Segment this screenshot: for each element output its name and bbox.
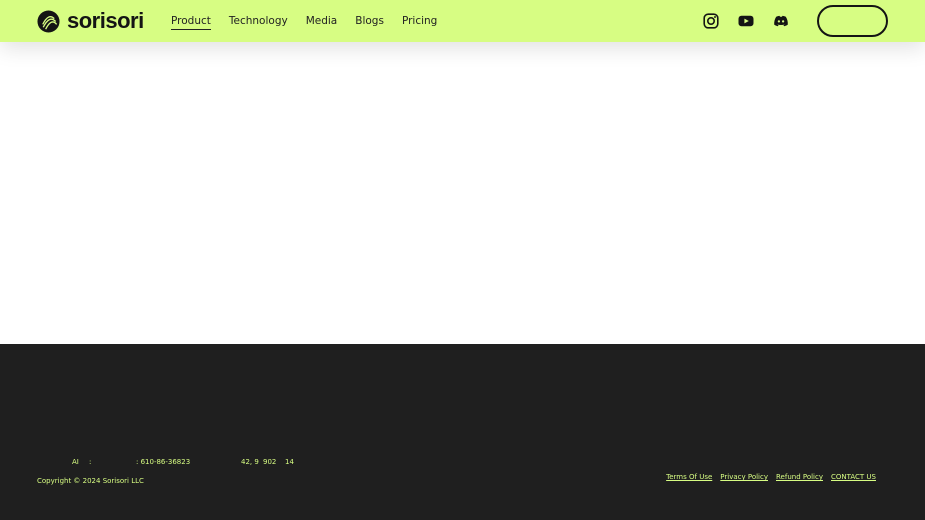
nav-item-blogs[interactable]: Blogs — [355, 13, 384, 30]
header-cta-button[interactable] — [817, 5, 888, 37]
nav-item-media[interactable]: Media — [306, 13, 338, 30]
logo[interactable]: sorisori — [37, 9, 144, 33]
refund-policy-link[interactable]: Refund Policy — [776, 472, 823, 482]
nav-item-product[interactable]: Product — [171, 13, 211, 30]
discord-icon[interactable] — [773, 13, 789, 29]
instagram-icon[interactable] — [703, 13, 719, 29]
footer-links: Terms Of Use Privacy Policy Refund Polic… — [658, 472, 876, 482]
nav-item-technology[interactable]: Technology — [229, 13, 288, 30]
main-nav: Product Technology Media Blogs Pricing — [171, 13, 455, 30]
privacy-policy-link[interactable]: Privacy Policy — [720, 472, 768, 482]
business-number: : 610-86-36823 — [136, 458, 191, 466]
youtube-icon[interactable] — [738, 13, 754, 29]
copyright: Copyright © 2024 Sorisori LLC — [37, 477, 144, 485]
nav-item-pricing[interactable]: Pricing — [402, 13, 437, 30]
main-content — [0, 42, 925, 344]
site-header: sorisori Product Technology Media Blogs … — [0, 0, 925, 42]
sorisori-logo-icon — [37, 9, 60, 33]
terms-of-use-link[interactable]: Terms Of Use — [666, 472, 712, 482]
company-info-ai: AI — [72, 458, 79, 466]
contact-us-link[interactable]: CONTACT US — [831, 472, 876, 482]
site-footer: AI : : 610-86-36823 42, 9 902 14 Copyrig… — [0, 344, 925, 520]
company-info-colon: : — [89, 458, 92, 466]
address-unit: 902 — [263, 458, 277, 466]
address-number: 42, 9 — [241, 458, 259, 466]
address-floor: 14 — [285, 458, 294, 466]
logo-text: sorisori — [67, 8, 144, 33]
